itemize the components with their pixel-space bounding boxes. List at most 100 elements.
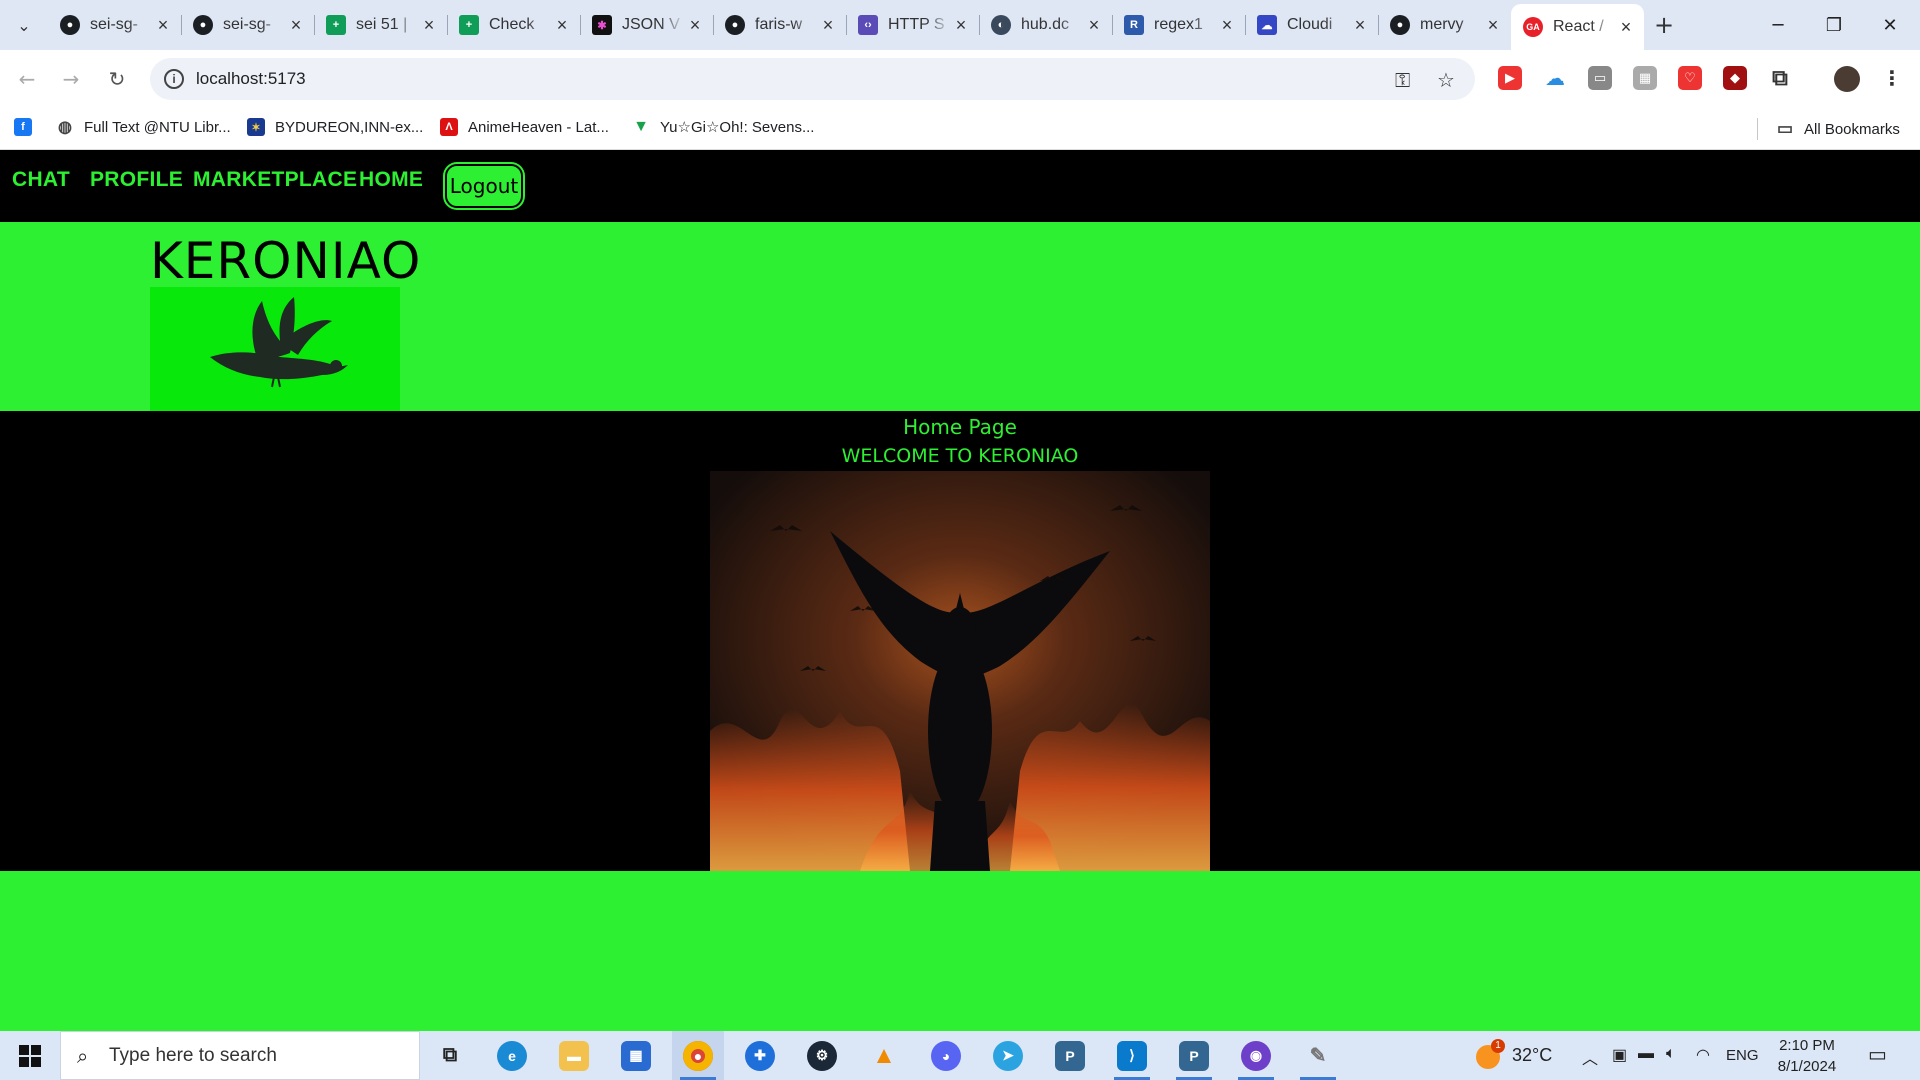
extension-cloud-icon[interactable]: ☁ xyxy=(1543,66,1567,90)
discord-icon[interactable]: ◕ xyxy=(920,1031,972,1080)
steam-icon[interactable]: ⚙ xyxy=(796,1031,848,1080)
extension-image-icon[interactable]: ▦ xyxy=(1633,66,1657,90)
postgres-icon[interactable]: P xyxy=(1044,1031,1096,1080)
eu-flag-icon: ✶ xyxy=(247,118,265,136)
meet-now-icon[interactable]: ▣ xyxy=(1612,1045,1627,1065)
task-view-icon[interactable]: ⧉ xyxy=(424,1031,476,1080)
taskbar-clock[interactable]: 2:10 PM 8/1/2024 xyxy=(1762,1035,1852,1077)
battery-icon[interactable]: ▬ xyxy=(1638,1045,1654,1063)
close-window-icon[interactable]: ✕ xyxy=(1862,0,1918,50)
bookmark-item[interactable]: ✶ BYDUREON,INN-ex... xyxy=(247,118,423,136)
minimize-icon[interactable]: ─ xyxy=(1750,0,1806,50)
file-explorer-icon[interactable]: ▬ xyxy=(548,1031,600,1080)
ublock-icon[interactable]: ◆ xyxy=(1723,66,1747,90)
nav-profile-link[interactable]: PROFILE xyxy=(90,168,183,192)
logout-button[interactable]: Logout xyxy=(445,164,523,208)
app-blue-icon[interactable]: ✚ xyxy=(734,1031,786,1080)
vscode-icon[interactable]: ⟩ xyxy=(1106,1031,1158,1080)
browser-tab[interactable]: ◐ hub.dc × xyxy=(979,4,1112,46)
close-icon[interactable]: × xyxy=(419,15,439,36)
tab-title: JSON V xyxy=(622,16,680,33)
bookmark-facebook[interactable]: f xyxy=(14,118,42,136)
browser-tab[interactable]: ● faris-w × xyxy=(713,4,846,46)
bookmark-item[interactable]: ◍ Full Text @NTU Libr... xyxy=(56,118,231,137)
url-text[interactable]: localhost:5173 xyxy=(196,69,306,89)
microsoft-store-icon[interactable]: ▦ xyxy=(610,1031,662,1080)
notifications-icon[interactable]: ▭ xyxy=(1868,1042,1887,1067)
tab-search-dropdown-icon[interactable]: ⌄ xyxy=(0,0,48,50)
http-icon: ‹› xyxy=(858,15,878,35)
close-icon[interactable]: × xyxy=(552,15,572,36)
close-icon[interactable]: × xyxy=(1084,15,1104,36)
all-bookmarks-label: All Bookmarks xyxy=(1804,120,1900,138)
weather-icon[interactable]: 1 xyxy=(1476,1039,1505,1069)
bookmark-item[interactable]: ▼ Yu☆Gi☆Oh!: Sevens... xyxy=(632,118,814,136)
tab-title: mervy xyxy=(1420,16,1464,33)
browser-tab[interactable]: ● sei-sg- × xyxy=(181,4,314,46)
browser-tab[interactable]: R regex1 × xyxy=(1112,4,1245,46)
forward-icon[interactable]: → xyxy=(56,64,86,94)
taskbar-search-box[interactable]: ⌕ Type here to search xyxy=(60,1031,420,1080)
reload-icon[interactable]: ↻ xyxy=(102,64,132,94)
wifi-icon[interactable]: ◠ xyxy=(1696,1045,1710,1065)
edge-icon[interactable]: e xyxy=(486,1031,538,1080)
bookmark-star-icon[interactable]: ☆ xyxy=(1437,68,1455,92)
extension-video-icon[interactable]: ▶ xyxy=(1498,66,1522,90)
home-content: Home Page WELCOME TO KERONIAO xyxy=(0,411,1920,871)
close-icon[interactable]: × xyxy=(1616,17,1636,38)
all-bookmarks-button[interactable]: ▭ All Bookmarks xyxy=(1757,118,1900,140)
telegram-icon[interactable]: ➤ xyxy=(982,1031,1034,1080)
github-icon: ● xyxy=(725,15,745,35)
close-icon[interactable]: × xyxy=(286,15,306,36)
nav-marketplace-link[interactable]: MARKETPLACE xyxy=(193,168,357,192)
github-icon: ● xyxy=(193,15,213,35)
pgadmin-icon[interactable]: P xyxy=(1168,1031,1220,1080)
browser-tab[interactable]: ✱ JSON V × xyxy=(580,4,713,46)
browser-tab[interactable]: + sei 51 | × xyxy=(314,4,447,46)
paint-icon[interactable]: ✎ xyxy=(1292,1031,1344,1080)
new-tab-icon[interactable]: + xyxy=(1644,4,1684,46)
browser-tab[interactable]: ● sei-sg- × xyxy=(48,4,181,46)
github-desktop-icon[interactable]: ◉ xyxy=(1230,1031,1282,1080)
chrome-icon[interactable]: ● xyxy=(672,1031,724,1080)
extension-chat-icon[interactable]: ▭ xyxy=(1588,66,1612,90)
volume-icon[interactable]: 🔈︎ xyxy=(1666,1045,1676,1063)
bookmark-label: AnimeHeaven - Lat... xyxy=(468,118,609,136)
back-icon[interactable]: ← xyxy=(12,64,42,94)
nav-chat-link[interactable]: CHAT xyxy=(12,168,70,192)
password-key-icon[interactable]: ⚿ xyxy=(1395,68,1410,92)
close-icon[interactable]: × xyxy=(153,15,173,36)
tab-title: hub.dc xyxy=(1021,16,1070,33)
browser-tab[interactable]: ● mervy × xyxy=(1378,4,1511,46)
close-icon[interactable]: × xyxy=(1217,15,1237,36)
weather-badge: 1 xyxy=(1491,1039,1505,1053)
close-icon[interactable]: × xyxy=(1483,15,1503,36)
browser-tab[interactable]: ☁ Cloudi × xyxy=(1245,4,1378,46)
language-indicator[interactable]: ENG xyxy=(1726,1047,1759,1064)
extensions-puzzle-icon[interactable]: ⧉ xyxy=(1768,66,1792,91)
browser-tab-active[interactable]: GA React / × xyxy=(1511,4,1644,50)
extension-heart-icon[interactable]: ♡ xyxy=(1678,66,1702,90)
json-icon: ✱ xyxy=(592,15,612,35)
header-banner: KERONIAO xyxy=(0,222,1920,411)
restore-icon[interactable]: ❐ xyxy=(1806,0,1862,50)
browser-tab[interactable]: ‹› HTTP S × xyxy=(846,4,979,46)
bookmark-label: Full Text @NTU Libr... xyxy=(84,118,231,136)
weather-temperature[interactable]: 32°C xyxy=(1512,1045,1552,1066)
vlc-icon[interactable]: ▲ xyxy=(858,1031,910,1080)
windows-start-icon[interactable] xyxy=(0,1031,60,1080)
close-icon[interactable]: × xyxy=(1350,15,1370,36)
search-placeholder: Type here to search xyxy=(109,1045,277,1066)
close-icon[interactable]: × xyxy=(818,15,838,36)
address-bar[interactable]: i localhost:5173 ⚿ ☆ xyxy=(150,58,1475,100)
show-hidden-icons-icon[interactable]: ︿ xyxy=(1582,1045,1598,1069)
more-menu-icon[interactable]: ⋮ xyxy=(1880,66,1904,90)
close-icon[interactable]: × xyxy=(951,15,971,36)
bookmark-item[interactable]: Λ AnimeHeaven - Lat... xyxy=(440,118,609,136)
nav-home-link[interactable]: HOME xyxy=(359,168,423,192)
browser-tab[interactable]: + Check × xyxy=(447,4,580,46)
yugioh-icon: ▼ xyxy=(633,118,649,135)
close-icon[interactable]: × xyxy=(685,15,705,36)
profile-avatar[interactable] xyxy=(1834,66,1860,92)
site-info-icon[interactable]: i xyxy=(164,69,184,89)
